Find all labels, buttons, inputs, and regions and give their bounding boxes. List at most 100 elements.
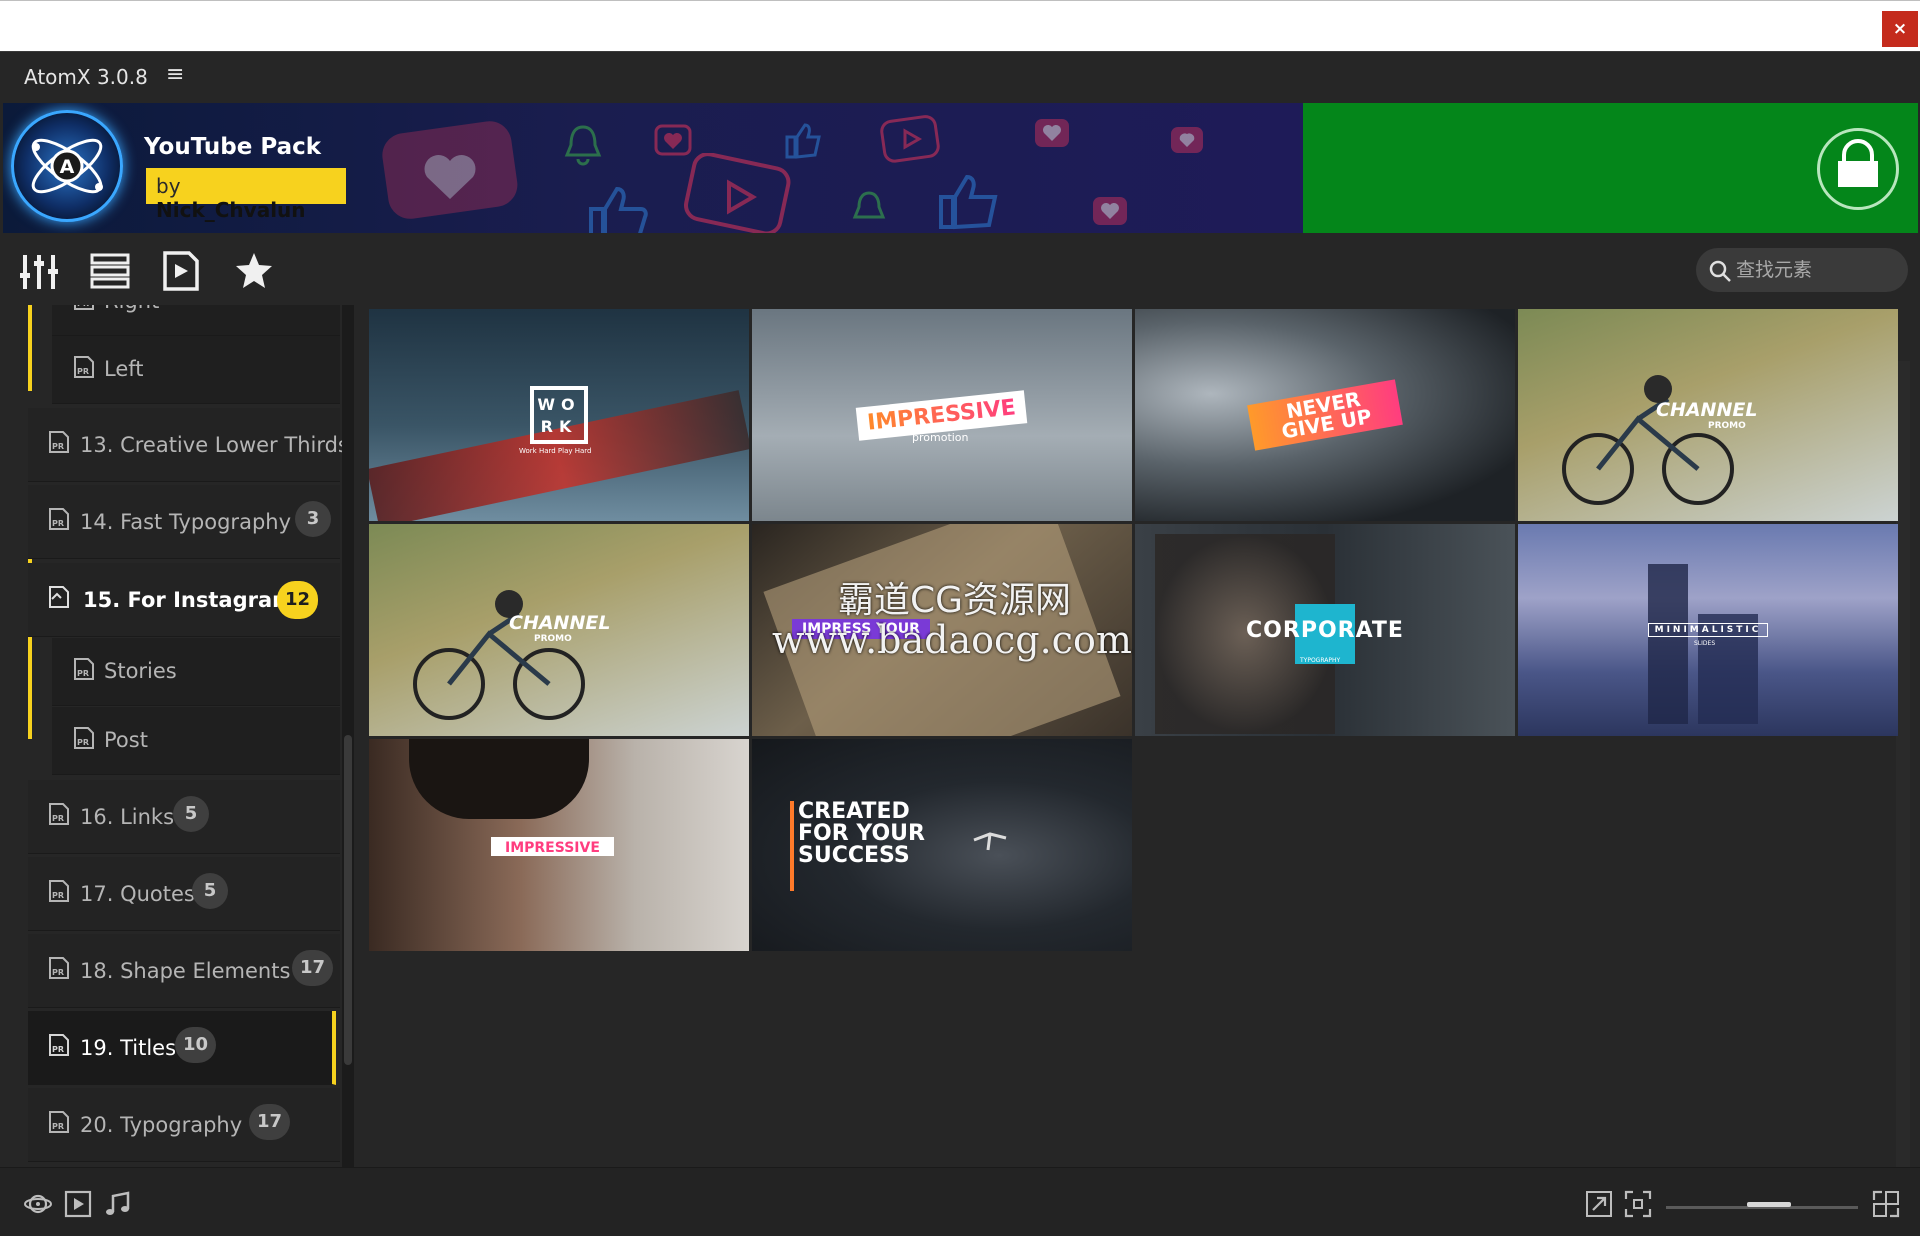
window-chrome: × [0, 0, 1920, 52]
preset-thumbnail[interactable]: CHANNEL PROMO [369, 524, 749, 736]
shopping-bag-icon[interactable] [1817, 128, 1899, 210]
watermark-url: www.badaocg.com [772, 618, 1132, 662]
svg-text:PR: PR [77, 305, 89, 308]
preset-subcaption: PROMO [1708, 421, 1746, 431]
svg-text:PR: PR [77, 738, 89, 747]
thumbs-up-icon [589, 186, 648, 233]
preset-subcaption: Work Hard Play Hard [519, 447, 592, 455]
sidebar-item-label: 19. Titles [80, 1036, 177, 1060]
sidebar-item-left[interactable]: PR Left [52, 336, 340, 404]
zoom-slider-handle[interactable] [1747, 1202, 1792, 1207]
preset-thumbnail[interactable]: WO RK Work Hard Play Hard [369, 309, 749, 521]
project-folder-icon: PR [47, 879, 71, 907]
preset-thumbnail[interactable]: CHANNEL PROMO [1518, 309, 1898, 521]
project-file-icon: PR [72, 305, 96, 315]
sidebar-item-quotes[interactable]: PR 17. Quotes 5 [28, 857, 340, 931]
svg-text:PR: PR [52, 1122, 64, 1131]
expand-icon[interactable] [1872, 1190, 1900, 1222]
pack-banner: A YouTube Pack by Nick_Chvalun [3, 103, 1303, 233]
author-prefix: by [156, 174, 181, 198]
preset-thumbnail[interactable]: MINIMALISTIC SLIDES [1518, 524, 1898, 736]
sidebar-item-label: 13. Creative Lower Thirds [80, 433, 349, 457]
sidebar-scrollbar-thumb[interactable] [344, 735, 352, 1065]
project-file-icon: PR [72, 726, 96, 754]
svg-text:PR: PR [52, 968, 64, 977]
list-icon[interactable] [90, 251, 130, 291]
author-name: Nick_Chvalun [156, 198, 306, 222]
star-icon[interactable] [234, 251, 274, 291]
preset-caption: CORPORATE [1246, 617, 1404, 643]
preset-caption: CHANNEL [1656, 399, 1758, 421]
sidebar-item-typography[interactable]: PR 20. Typography 17 [28, 1088, 340, 1162]
search-icon [1709, 260, 1731, 282]
count-badge: 5 [173, 796, 209, 832]
svg-text:PR: PR [52, 1045, 64, 1054]
project-folder-icon: PR [47, 1110, 71, 1138]
search-input[interactable] [1736, 256, 1896, 284]
heart-badge-icon [1035, 119, 1069, 147]
play-square-icon[interactable] [64, 1190, 92, 1222]
preset-caption: NEVER GIVE UP [1247, 379, 1403, 451]
store-promo[interactable] [1303, 103, 1918, 233]
preset-caption: MINIMALISTIC [1647, 623, 1769, 637]
sidebar-item-links[interactable]: PR 16. Links 5 [28, 780, 340, 854]
sidebar-item-creative-lower-thirds[interactable]: PR 13. Creative Lower Thirds [28, 408, 349, 482]
hamburger-icon[interactable]: ≡ [166, 62, 184, 87]
sidebar-item-post[interactable]: PR Post [52, 707, 340, 775]
sidebar-item-shape-elements[interactable]: PR 18. Shape Elements 17 [28, 934, 340, 1008]
count-badge: 10 [175, 1027, 217, 1063]
external-link-icon[interactable] [1585, 1190, 1613, 1222]
svg-text:A: A [60, 156, 75, 178]
grid-scrollbar[interactable] [1896, 361, 1910, 1219]
svg-text:PR: PR [52, 442, 64, 451]
fullscreen-icon[interactable] [1624, 1190, 1652, 1222]
category-sidebar: PR Right PR Left PR 13. Creative Lower T… [0, 305, 365, 1219]
sidebar-item-label: 14. Fast Typography [80, 510, 292, 534]
preset-caption: IMPRESSIVE [866, 394, 1018, 436]
preset-thumbnail[interactable]: IMPRESSIVE promotion [752, 309, 1132, 521]
heart-badge-right-icon [1171, 127, 1203, 153]
sliders-icon[interactable] [19, 251, 59, 291]
music-note-icon[interactable] [104, 1190, 132, 1222]
bell-icon [564, 125, 602, 166]
sidebar-item-titles[interactable]: PR 19. Titles 10 [28, 1011, 336, 1085]
expanded-accent-line [28, 305, 32, 391]
count-badge: 17 [292, 950, 334, 986]
sidebar-item-right[interactable]: PR Right [52, 305, 340, 336]
close-button[interactable]: × [1882, 11, 1918, 47]
preset-thumbnail[interactable]: IMPRESSIVE [369, 739, 749, 951]
count-badge: 12 [277, 581, 319, 619]
project-file-icon: PR [72, 657, 96, 685]
sidebar-item-fast-typography[interactable]: PR 14. Fast Typography 3 [28, 485, 340, 559]
svg-text:PR: PR [77, 669, 89, 678]
preset-subcaption: SLIDES [1694, 640, 1716, 647]
3d-object-icon[interactable] [24, 1190, 52, 1222]
svg-text:PR: PR [52, 891, 64, 900]
heart-bubble-icon [382, 121, 518, 219]
sidebar-item-label: 16. Links [80, 805, 175, 829]
preset-subcaption: PROMO [534, 634, 572, 644]
sidebar-item-stories[interactable]: PR Stories [52, 638, 340, 706]
project-folder-icon: PR [47, 802, 71, 830]
preset-thumbnail[interactable]: NEVER GIVE UP [1135, 309, 1515, 521]
preset-subcaption: TYPOGRAPHY [1300, 657, 1341, 664]
count-badge: 3 [295, 501, 331, 537]
thumbs-up-large-icon [939, 174, 998, 230]
project-folder-icon: PR [47, 430, 71, 458]
preset-thumbnail[interactable]: CORPORATE TYPOGRAPHY [1135, 524, 1515, 736]
pack-author-badge: by Nick_Chvalun [146, 168, 346, 222]
youtube-play-icon [684, 153, 791, 233]
svg-text:PR: PR [77, 367, 89, 376]
sidebar-item-for-instagram[interactable]: 15. For Instagram 12 [28, 563, 340, 637]
title-bar: AtomX 3.0.8 ≡ [0, 52, 1920, 102]
count-badge: 17 [249, 1104, 291, 1140]
play-file-icon[interactable] [161, 251, 201, 291]
svg-text:PR: PR [52, 814, 64, 823]
project-folder-icon: PR [47, 1033, 71, 1061]
bell-small-icon [852, 191, 886, 219]
project-folder-icon: PR [47, 507, 71, 535]
search-box[interactable] [1696, 248, 1908, 292]
preset-caption: CHANNEL [509, 612, 611, 634]
preset-thumbnail[interactable]: CREATED FOR YOUR SUCCESS [752, 739, 1132, 951]
app-title: AtomX 3.0.8 [24, 65, 148, 89]
